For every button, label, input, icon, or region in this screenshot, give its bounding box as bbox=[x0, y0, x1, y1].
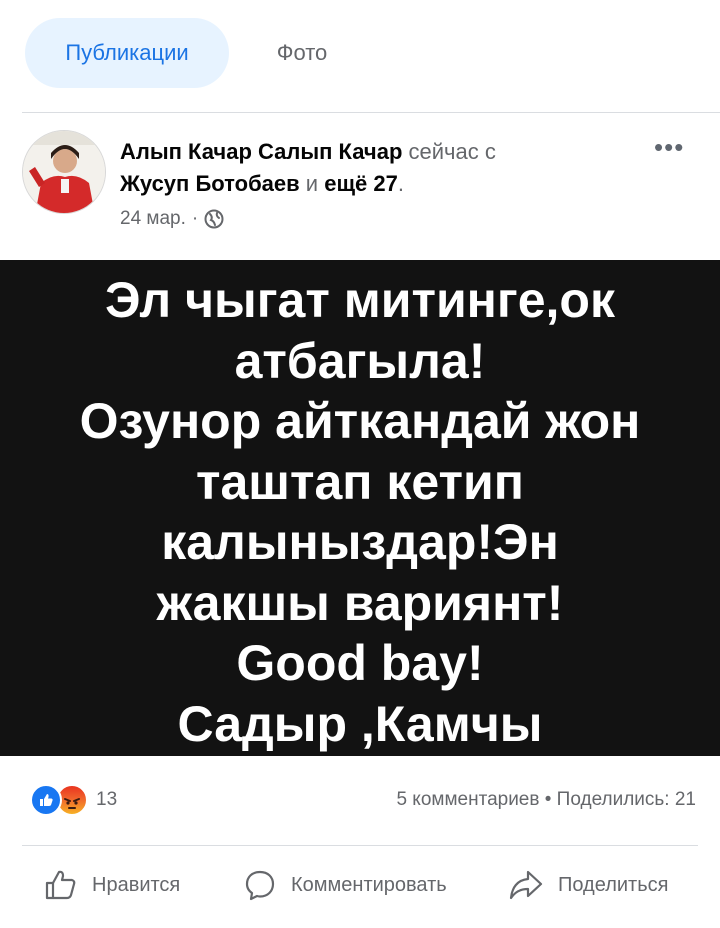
author-name[interactable]: Алып Качар Салып Качар bbox=[120, 139, 402, 164]
tab-publications[interactable]: Публикации bbox=[25, 18, 229, 88]
comment-icon bbox=[245, 870, 275, 901]
comments-shares-count[interactable]: 5 комментариев • Поделились: 21 bbox=[396, 789, 696, 811]
more-options-icon[interactable]: ••• bbox=[654, 132, 684, 163]
comment-label: Комментировать bbox=[291, 873, 447, 896]
share-button[interactable]: Поделиться bbox=[508, 868, 668, 902]
profile-tabs: Публикации Фото bbox=[0, 0, 720, 112]
image-text-line: Good bay! bbox=[236, 635, 484, 691]
and-text: и bbox=[305, 171, 319, 196]
with-text: сейчас с bbox=[408, 139, 496, 164]
share-icon bbox=[509, 870, 543, 900]
avatar[interactable] bbox=[22, 130, 106, 214]
meta-separator: · bbox=[191, 208, 199, 229]
reaction-count: 13 bbox=[96, 789, 118, 810]
thumbs-up-icon bbox=[45, 870, 76, 900]
image-text-line: атбагыла! bbox=[234, 332, 486, 389]
image-text-line: Эл чыгат митинге,ок bbox=[105, 272, 615, 328]
post-author-line: Алып Качар Салып Качар сейчас с Жусуп Бо… bbox=[120, 136, 620, 200]
tab-photo[interactable]: Фото bbox=[250, 18, 354, 88]
tagged-person[interactable]: Жусуп Ботобаев bbox=[120, 171, 300, 196]
image-text-line: Озунор айткандай жон bbox=[79, 393, 641, 449]
like-button[interactable]: Нравится bbox=[44, 868, 180, 902]
image-text-line: калыныздар!Эн bbox=[161, 514, 559, 570]
period: . bbox=[397, 171, 404, 196]
more-tagged-link[interactable]: ещё 27 bbox=[324, 171, 398, 196]
post-meta: 24 мар. · bbox=[120, 208, 224, 230]
image-text-line: таштап кетип bbox=[196, 453, 524, 510]
like-reaction-icon bbox=[30, 784, 62, 816]
avatar-image bbox=[23, 131, 105, 213]
like-label: Нравится bbox=[92, 873, 181, 896]
share-label: Поделиться bbox=[558, 873, 669, 896]
post-image[interactable]: Эл чыгат митинге,ок атбагыла! Озунор айт… bbox=[0, 260, 720, 756]
reactions-summary[interactable]: 13 bbox=[30, 784, 117, 816]
comment-button[interactable]: Комментировать bbox=[243, 868, 447, 902]
image-text: Эл чыгат митинге,ок атбагыла! Озунор айт… bbox=[0, 270, 720, 754]
post-date[interactable]: 24 мар. bbox=[120, 208, 186, 230]
post-actions: Нравится Комментировать Поделиться bbox=[0, 846, 720, 928]
globe-icon bbox=[204, 209, 224, 229]
image-text-line: жакшы вариянт! bbox=[156, 574, 564, 631]
image-text-line: Садыр ,Камчы bbox=[177, 695, 543, 752]
